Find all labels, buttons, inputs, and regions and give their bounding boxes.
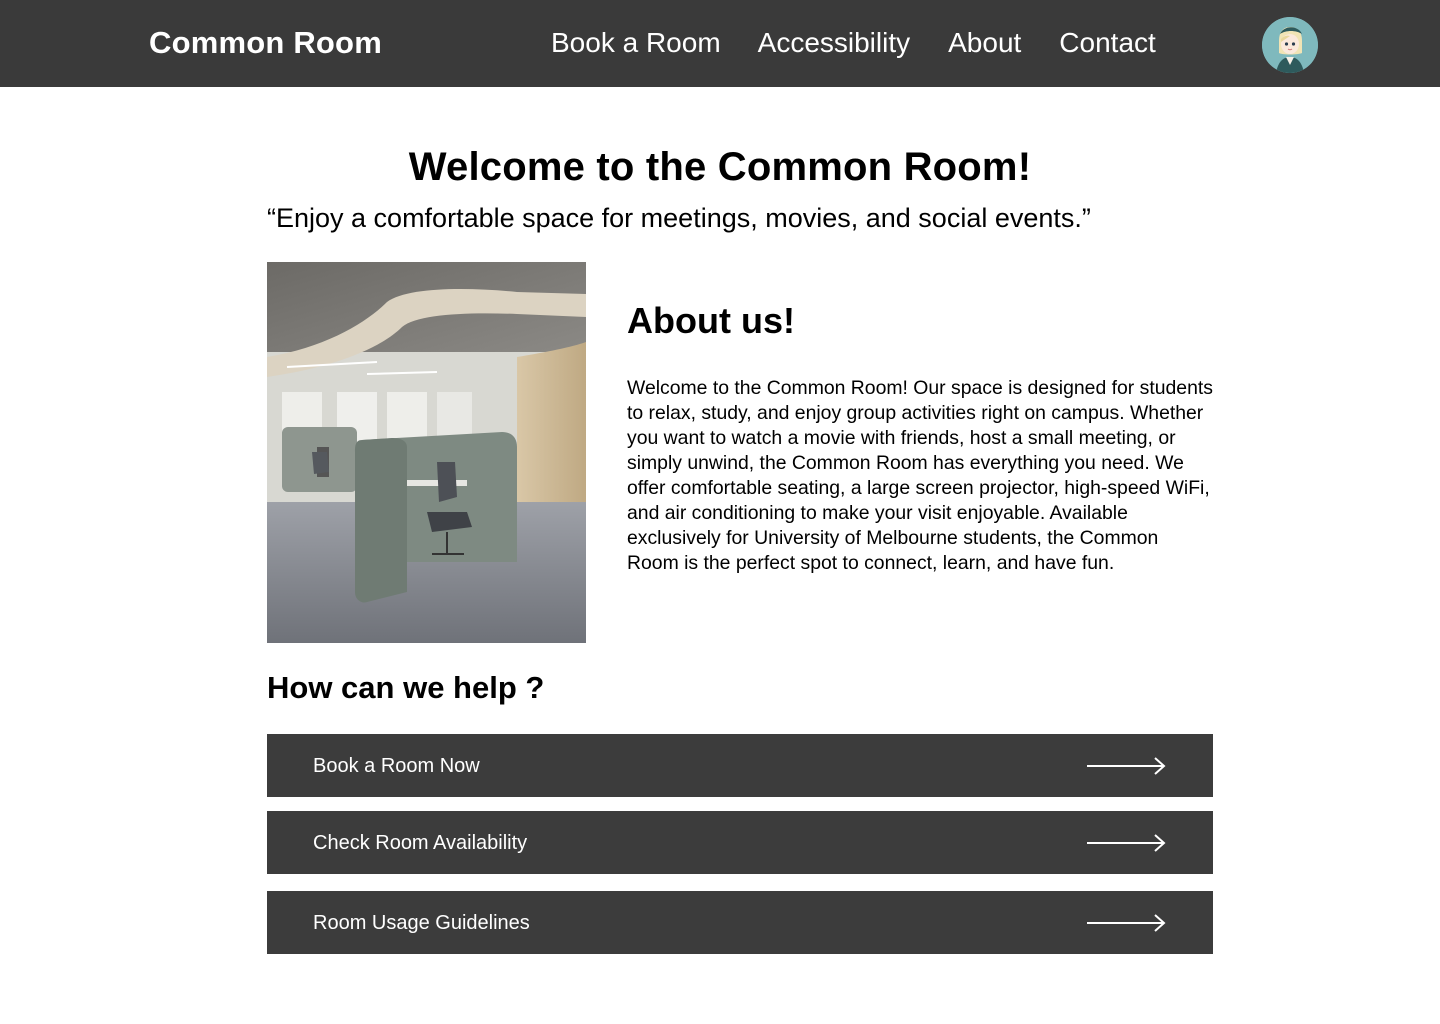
arrow-right-icon	[1087, 834, 1166, 852]
button-label: Room Usage Guidelines	[313, 912, 530, 934]
usage-guidelines-button[interactable]: Room Usage Guidelines	[267, 891, 1213, 954]
book-room-now-button[interactable]: Book a Room Now	[267, 734, 1213, 797]
arrow-right-icon	[1087, 757, 1166, 775]
top-navbar: Common Room Book a Room Accessibility Ab…	[0, 0, 1440, 87]
hero-tagline: “Enjoy a comfortable space for meetings,…	[267, 203, 1091, 233]
nav-link-accessibility[interactable]: Accessibility	[758, 27, 910, 59]
button-label: Book a Room Now	[313, 755, 480, 777]
page-title: Welcome to the Common Room!	[408, 145, 1032, 189]
nav-link-contact[interactable]: Contact	[1059, 27, 1156, 59]
arrow-right-icon	[1087, 914, 1166, 932]
common-room-photo	[267, 262, 586, 643]
about-heading: About us!	[627, 300, 795, 341]
user-avatar-icon[interactable]	[1262, 17, 1318, 73]
nav-link-about[interactable]: About	[948, 27, 1021, 59]
nav-link-book-a-room[interactable]: Book a Room	[551, 27, 721, 59]
help-heading: How can we help ?	[267, 670, 545, 705]
button-label: Check Room Availability	[313, 832, 528, 854]
check-availability-button[interactable]: Check Room Availability	[267, 811, 1213, 874]
main-nav: Book a Room Accessibility About Contact	[551, 27, 1156, 59]
brand-logo-text[interactable]: Common Room	[149, 25, 382, 61]
about-paragraph: Welcome to the Common Room! Our space is…	[627, 377, 1213, 574]
